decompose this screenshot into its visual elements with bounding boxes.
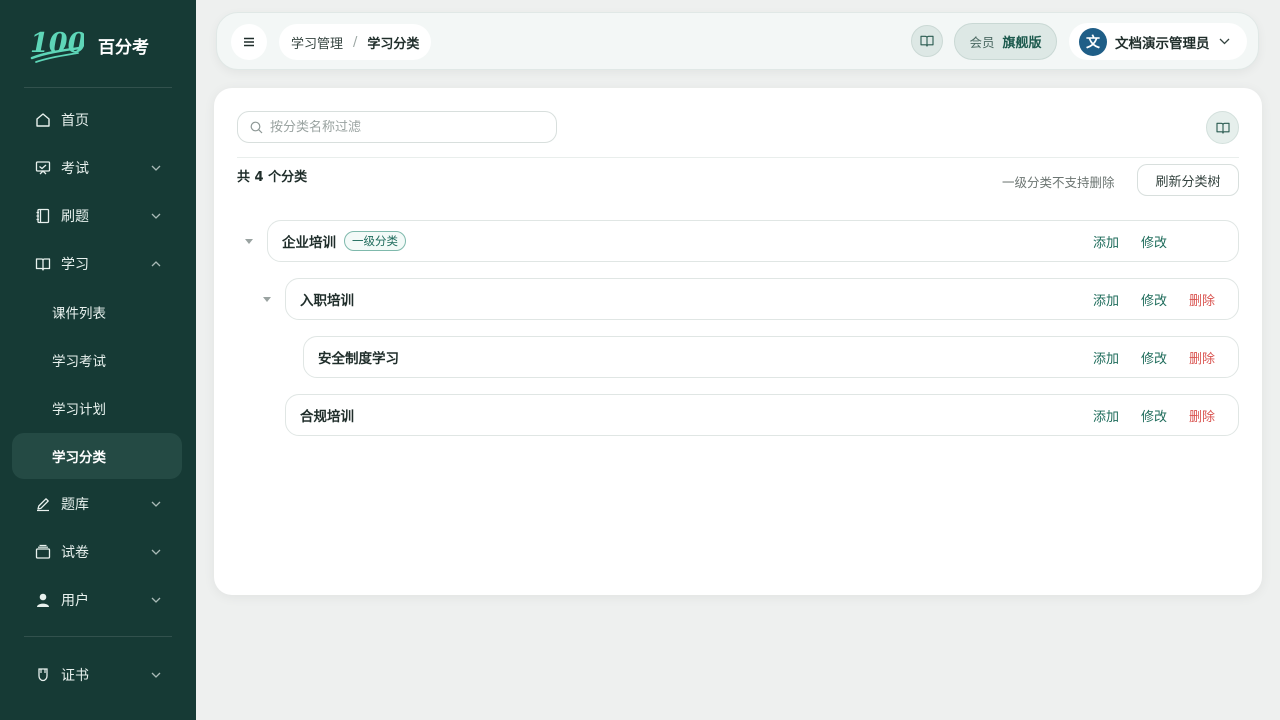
tree-node-name: 合规培训 bbox=[300, 409, 354, 425]
membership-badge[interactable]: 会员 旗舰版 bbox=[954, 23, 1057, 60]
sidebar-item-home[interactable]: 首页 bbox=[12, 97, 182, 143]
node-actions: 添加 修改 删除 bbox=[1093, 337, 1215, 377]
divider bbox=[237, 157, 1239, 158]
user-name: 文档演示管理员 bbox=[1115, 35, 1210, 52]
certificate-icon bbox=[34, 666, 52, 684]
search-icon bbox=[249, 120, 263, 134]
chevron-up-icon bbox=[150, 258, 162, 270]
menu-toggle-button[interactable] bbox=[231, 24, 267, 60]
user-menu[interactable]: 文 文档演示管理员 bbox=[1069, 23, 1247, 60]
sidebar-sub-study-exam[interactable]: 学习考试 bbox=[12, 337, 182, 383]
sidebar: 100 百分考 首页 考试 刷题 学习 课件列表 学习考试 学习计划 学习分类 … bbox=[0, 0, 196, 720]
sidebar-item-label: 题库 bbox=[61, 497, 89, 513]
sidebar-item-certificate[interactable]: 证书 bbox=[12, 652, 182, 698]
notebook-icon bbox=[34, 207, 52, 225]
refresh-tree-button[interactable]: 刷新分类树 bbox=[1137, 164, 1239, 196]
brand[interactable]: 100 百分考 bbox=[28, 24, 149, 66]
sidebar-sub-study-plan[interactable]: 学习计划 bbox=[12, 385, 182, 431]
main-card: 共 4 个分类 一级分类不支持删除 刷新分类树 企业培训 一级分类 添加 修改 … bbox=[214, 88, 1262, 595]
delete-button[interactable]: 删除 bbox=[1189, 348, 1215, 367]
sidebar-item-papers[interactable]: 试卷 bbox=[12, 529, 182, 575]
edit-button[interactable]: 修改 bbox=[1141, 232, 1167, 251]
edit-button[interactable]: 修改 bbox=[1141, 406, 1167, 425]
breadcrumb-current: 学习分类 bbox=[367, 36, 420, 52]
tree-node-name: 企业培训 bbox=[282, 235, 336, 251]
search-box bbox=[237, 111, 557, 143]
docs-button[interactable] bbox=[911, 25, 943, 57]
delete-button[interactable]: 删除 bbox=[1189, 406, 1215, 425]
edit-button[interactable]: 修改 bbox=[1141, 290, 1167, 309]
tree-node[interactable]: 安全制度学习 添加 修改 删除 bbox=[303, 336, 1239, 378]
node-actions: 添加 修改 bbox=[1093, 221, 1167, 261]
breadcrumb-separator: / bbox=[353, 34, 358, 50]
user-icon bbox=[34, 591, 52, 609]
exam-icon bbox=[34, 159, 52, 177]
book-icon bbox=[1215, 122, 1230, 134]
chevron-down-icon bbox=[150, 594, 162, 606]
svg-text:100: 100 bbox=[30, 28, 84, 59]
tree-node[interactable]: 入职培训 添加 修改 删除 bbox=[285, 278, 1239, 320]
tree-node-name: 安全制度学习 bbox=[318, 351, 399, 367]
category-filter-input[interactable] bbox=[270, 119, 540, 135]
sidebar-divider bbox=[24, 636, 172, 637]
top-header: 学习管理 / 学习分类 会员 旗舰版 文 文档演示管理员 bbox=[216, 12, 1259, 70]
book-icon bbox=[920, 35, 934, 47]
chevron-down-icon bbox=[150, 546, 162, 558]
membership-label: 会员 bbox=[969, 35, 995, 50]
caret-down-icon[interactable] bbox=[244, 236, 254, 246]
hamburger-icon bbox=[244, 37, 254, 47]
sidebar-item-label: 证书 bbox=[61, 668, 89, 684]
sidebar-item-practice[interactable]: 刷题 bbox=[12, 193, 182, 239]
sidebar-item-exam[interactable]: 考试 bbox=[12, 145, 182, 191]
pen-icon bbox=[34, 495, 52, 513]
home-icon bbox=[34, 111, 52, 129]
sidebar-item-label: 刷题 bbox=[61, 209, 89, 225]
sidebar-item-label: 首页 bbox=[61, 113, 89, 129]
add-button[interactable]: 添加 bbox=[1093, 290, 1119, 309]
delete-button[interactable]: 删除 bbox=[1189, 290, 1215, 309]
caret-down-icon[interactable] bbox=[262, 294, 272, 304]
sidebar-divider bbox=[24, 87, 172, 88]
chevron-down-icon bbox=[1219, 36, 1231, 48]
node-actions: 添加 修改 删除 bbox=[1093, 279, 1215, 319]
book-icon bbox=[34, 255, 52, 273]
sidebar-item-label: 试卷 bbox=[61, 545, 89, 561]
sidebar-item-study[interactable]: 学习 bbox=[12, 241, 182, 287]
sidebar-sub-study-category[interactable]: 学习分类 bbox=[12, 433, 182, 479]
node-actions: 添加 修改 删除 bbox=[1093, 395, 1215, 435]
add-button[interactable]: 添加 bbox=[1093, 232, 1119, 251]
breadcrumb-item[interactable]: 学习管理 bbox=[291, 33, 343, 52]
membership-plan: 旗舰版 bbox=[1002, 36, 1042, 51]
avatar: 文 bbox=[1079, 27, 1107, 56]
tree-node[interactable]: 企业培训 一级分类 添加 修改 bbox=[267, 220, 1239, 262]
sidebar-sub-courseware[interactable]: 课件列表 bbox=[12, 289, 182, 335]
tree-node-name: 入职培训 bbox=[300, 293, 354, 309]
chevron-down-icon bbox=[150, 210, 162, 222]
sidebar-item-label: 用户 bbox=[61, 593, 89, 609]
help-docs-button[interactable] bbox=[1206, 111, 1239, 144]
sidebar-item-question-bank[interactable]: 题库 bbox=[12, 481, 182, 527]
add-button[interactable]: 添加 bbox=[1093, 348, 1119, 367]
edit-button[interactable]: 修改 bbox=[1141, 348, 1167, 367]
paper-stack-icon bbox=[34, 543, 52, 561]
chevron-down-icon bbox=[150, 669, 162, 681]
breadcrumb: 学习管理 / 学习分类 bbox=[279, 24, 432, 60]
brand-logo: 100 bbox=[30, 28, 84, 63]
sidebar-item-users[interactable]: 用户 bbox=[12, 577, 182, 623]
level-tag: 一级分类 bbox=[344, 231, 406, 251]
chevron-down-icon bbox=[150, 162, 162, 174]
sidebar-item-label: 学习 bbox=[61, 257, 89, 273]
chevron-down-icon bbox=[150, 498, 162, 510]
add-button[interactable]: 添加 bbox=[1093, 406, 1119, 425]
brand-name: 百分考 bbox=[98, 37, 149, 58]
tree-node[interactable]: 合规培训 添加 修改 删除 bbox=[285, 394, 1239, 436]
category-count: 共 4 个分类 bbox=[237, 170, 308, 185]
delete-hint: 一级分类不支持删除 bbox=[1002, 175, 1115, 190]
sidebar-item-label: 考试 bbox=[61, 161, 89, 177]
